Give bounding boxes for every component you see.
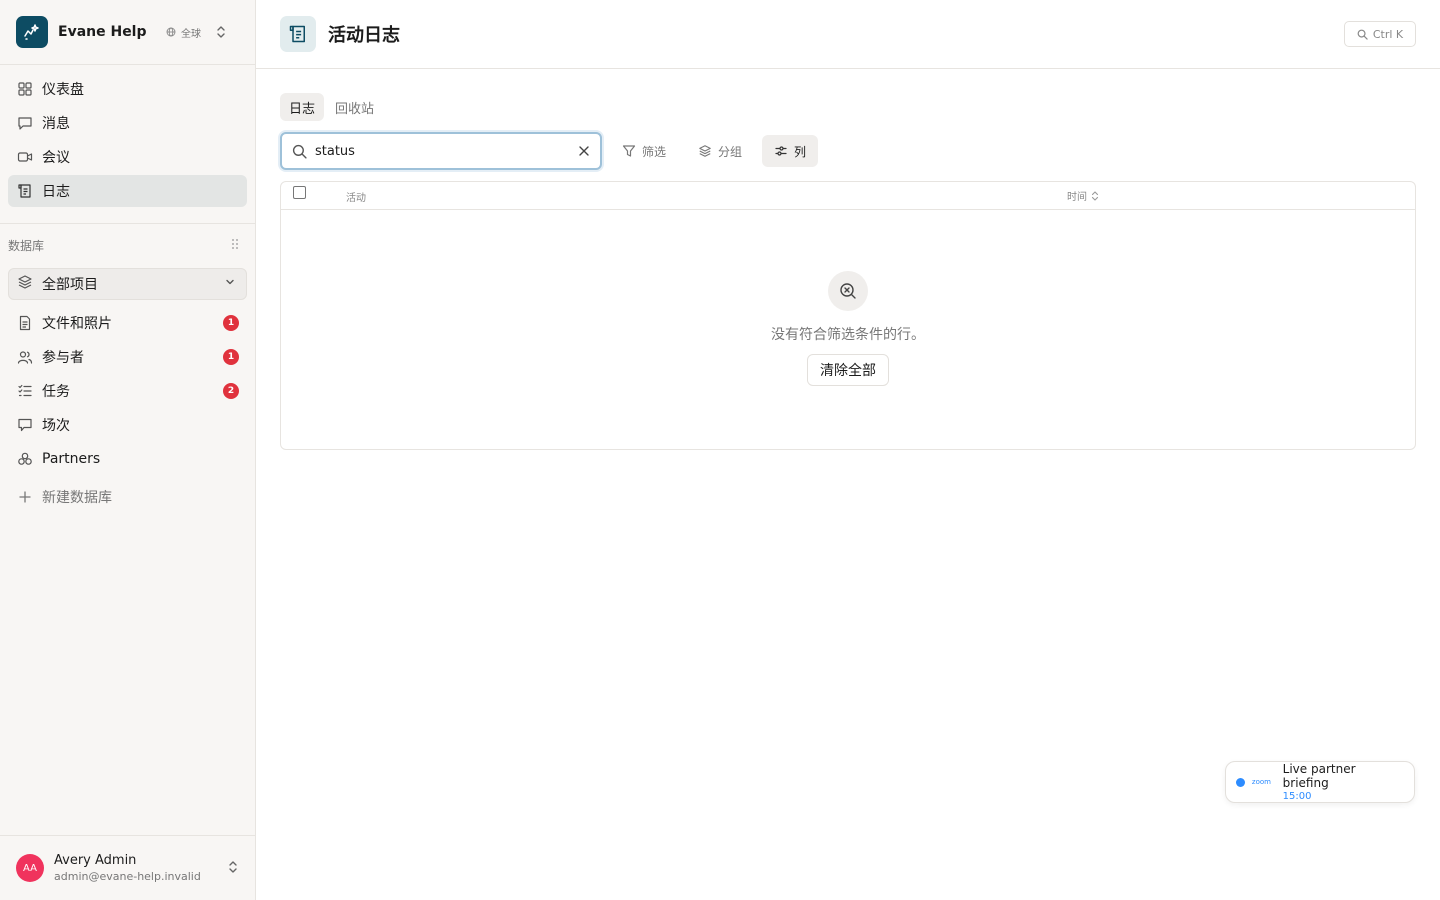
plus-icon [16, 488, 34, 506]
message-icon [16, 114, 34, 132]
empty-message: 没有符合筛选条件的行。 [771, 327, 925, 343]
database-item-label: 参与者 [42, 350, 84, 366]
database-item-label: 任务 [42, 384, 70, 400]
database-item-participants[interactable]: 参与者 1 [8, 340, 247, 374]
chevrons-up-down-icon[interactable] [215, 25, 227, 39]
chevron-down-icon [224, 276, 236, 292]
tab-bar: 日志 回收站 [280, 93, 1416, 121]
search-icon [1357, 29, 1368, 40]
globe-icon [166, 27, 176, 37]
meeting-info: Live partner briefing 15:00 [1283, 762, 1404, 802]
table-toolbar: 筛选 分组 列 [280, 132, 1416, 170]
database-heading: 数据库 [8, 238, 45, 253]
empty-state: 没有符合筛选条件的行。 清除全部 [281, 271, 1415, 386]
activity-table: 活动 时间 没有符合筛选条件的行。 清除全部 [280, 181, 1416, 450]
database-header: 数据库 [8, 226, 247, 264]
tasks-icon [16, 382, 34, 400]
search-box[interactable] [280, 132, 602, 170]
search-icon [292, 144, 307, 159]
column-header-activity[interactable]: 活动 [346, 189, 366, 204]
clear-all-button[interactable]: 清除全部 [807, 354, 889, 386]
layers-icon [699, 145, 711, 157]
file-icon [16, 314, 34, 332]
database-item-label: 场次 [42, 418, 70, 434]
group-label: 分组 [718, 144, 743, 159]
count-badge: 2 [223, 383, 239, 399]
video-icon [16, 148, 34, 166]
workspace-name: Evane Help ... [58, 24, 152, 40]
user-info: Avery Admin admin@evane-help.invalid [54, 853, 227, 883]
close-icon[interactable] [578, 145, 590, 157]
page-header: 活动日志 Ctrl K [256, 0, 1440, 69]
layers-icon [17, 274, 33, 294]
user-menu[interactable]: AA Avery Admin admin@evane-help.invalid [0, 835, 255, 900]
partners-icon [16, 450, 34, 468]
database-selector[interactable]: 全部项目 [8, 268, 247, 300]
column-header-time-label: 时间 [1067, 192, 1087, 203]
workspace-scope-label: 全球 [181, 28, 201, 40]
workspace-header[interactable]: Evane Help ... 全球 [0, 0, 255, 65]
tab-trash[interactable]: 回收站 [326, 93, 383, 121]
count-badge: 1 [223, 315, 239, 331]
avatar: AA [16, 854, 44, 882]
tab-logs[interactable]: 日志 [280, 93, 325, 121]
workspace-logo-icon [16, 16, 48, 48]
nav-item-logs[interactable]: 日志 [8, 175, 247, 207]
search-input[interactable] [315, 143, 578, 159]
database-list: 文件和照片 1 参与者 1 任务 2 场次 Partners 新建数据库 [8, 306, 247, 514]
database-item-files[interactable]: 文件和照片 1 [8, 306, 247, 340]
log-icon [280, 16, 316, 52]
nav-item-label: 会议 [42, 150, 70, 166]
sliders-icon [775, 146, 787, 156]
database-item-label: 文件和照片 [42, 316, 112, 332]
nav-item-label: 仪表盘 [42, 82, 84, 98]
user-email: admin@evane-help.invalid [54, 870, 201, 883]
zoom-logo: zoom [1251, 778, 1271, 786]
columns-label: 列 [794, 144, 807, 159]
new-database-label: 新建数据库 [42, 490, 112, 506]
log-content: 日志 回收站 筛选 [256, 69, 1440, 450]
columns-button[interactable]: 列 [762, 135, 819, 167]
user-name: Avery Admin [54, 853, 137, 868]
table-header: 活动 时间 [281, 182, 1415, 210]
meeting-title: Live partner briefing [1282, 762, 1356, 790]
database-item-tasks[interactable]: 任务 2 [8, 374, 247, 408]
sort-icon [1091, 190, 1099, 201]
database-section: 数据库 全部项目 文件和照片 1 参与者 1 任务 2 场次 Partners … [0, 226, 255, 514]
filter-button[interactable]: 筛选 [610, 135, 678, 167]
main-nav: 仪表盘 消息 会议 日志 [0, 65, 255, 224]
group-button[interactable]: 分组 [686, 135, 754, 167]
search-x-icon [828, 271, 868, 311]
grid-icon [16, 80, 34, 98]
meeting-time: 15:00 [1282, 791, 1312, 802]
chevrons-up-down-icon [227, 859, 239, 878]
nav-item-dashboard[interactable]: 仪表盘 [8, 73, 247, 105]
filter-icon [622, 145, 636, 157]
workspace-scope[interactable]: 全球 [166, 25, 201, 40]
log-icon [16, 182, 34, 200]
drag-handle-icon[interactable] [231, 238, 239, 253]
users-icon [16, 348, 34, 366]
select-all-checkbox[interactable] [293, 186, 306, 199]
command-search-button[interactable]: Ctrl K [1344, 21, 1416, 47]
nav-item-messages[interactable]: 消息 [8, 107, 247, 139]
new-database-button[interactable]: 新建数据库 [8, 480, 247, 514]
shortcut-label: Ctrl K [1372, 27, 1404, 41]
meeting-notification[interactable]: zoom Live partner briefing 15:00 [1225, 761, 1415, 803]
sidebar: Evane Help ... 全球 仪表盘 [0, 0, 256, 900]
database-item-sessions[interactable]: 场次 [8, 408, 247, 442]
nav-item-label: 消息 [42, 116, 70, 132]
page-title: 活动日志 [328, 25, 400, 46]
presentation-icon [16, 416, 34, 434]
live-indicator [1236, 777, 1245, 787]
database-selector-label: 全部项目 [42, 277, 98, 293]
filter-label: 筛选 [642, 144, 667, 159]
column-header-time[interactable]: 时间 [1067, 188, 1099, 203]
database-item-partners[interactable]: Partners [8, 442, 247, 476]
nav-item-meetings[interactable]: 会议 [8, 141, 247, 173]
database-item-label: Partners [42, 451, 101, 467]
count-badge: 1 [223, 349, 239, 365]
nav-item-label: 日志 [42, 184, 70, 200]
